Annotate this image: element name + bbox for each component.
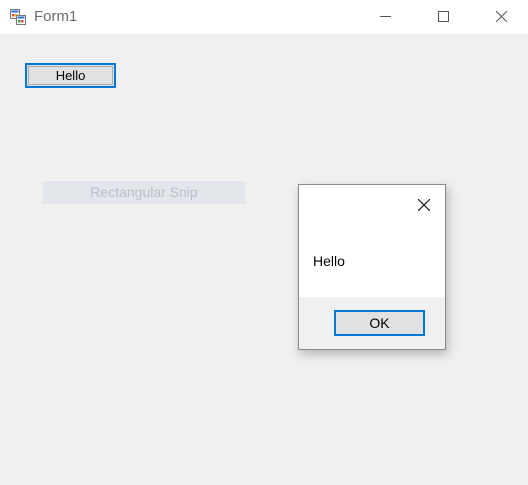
ok-button[interactable]: OK (334, 310, 425, 336)
maximize-icon (438, 11, 449, 22)
minimize-button[interactable] (362, 0, 408, 34)
winforms-app-icon (10, 9, 26, 25)
hello-button[interactable]: Hello (25, 63, 116, 88)
title-bar[interactable]: Form1 (0, 0, 528, 34)
message-box-close-button[interactable] (409, 191, 439, 219)
minimize-icon (380, 16, 391, 17)
close-button[interactable] (478, 0, 524, 34)
close-icon (418, 199, 430, 211)
maximize-button[interactable] (420, 0, 466, 34)
rectangular-snip-label: Rectangular Snip (43, 181, 245, 204)
hello-button-focus-inner (28, 66, 113, 85)
form1-window: Form1 Hello Rectangular Snip Hello OK (0, 0, 528, 485)
window-title: Form1 (34, 8, 78, 25)
message-box-footer: OK (299, 297, 445, 349)
close-icon (496, 11, 507, 22)
message-box-text: Hello (313, 253, 345, 269)
message-box-dialog: Hello OK (298, 184, 446, 350)
